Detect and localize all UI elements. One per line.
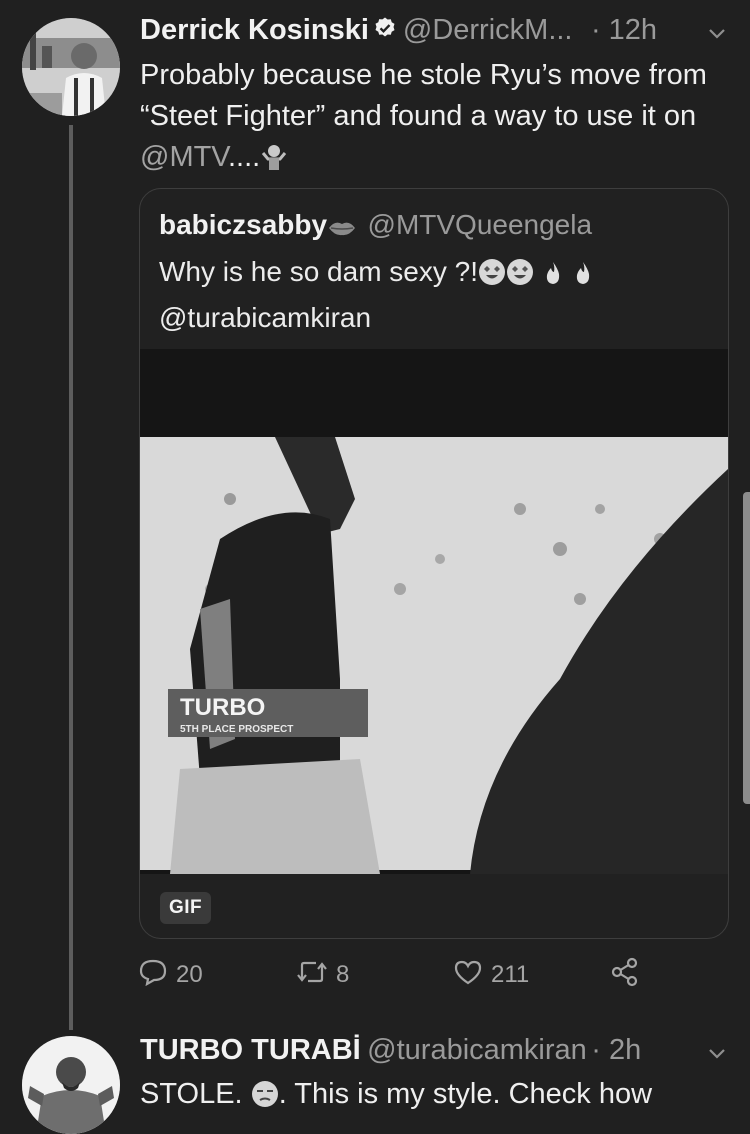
tweet-text: Probably because he stole Ryu’s move fro… <box>140 55 710 183</box>
tweet-text: STOLE. . This is my style. Check how <box>140 1074 710 1120</box>
quoted-author-name: babiczsabby <box>159 209 328 240</box>
reply-icon <box>138 958 168 993</box>
quoted-tweet-header: babiczsabby @MTVQueengela <box>159 209 592 244</box>
quoted-text-mention: @turabicamkiran <box>159 302 372 333</box>
quoted-author-handle: @MTVQueengela <box>367 209 593 240</box>
quoted-tweet-text: Why is he so dam sexy ?! @turabicamkiran <box>159 251 699 338</box>
avatar[interactable] <box>22 1036 120 1134</box>
reply-count: 20 <box>176 961 203 988</box>
tweet-header: TURBO TURABİ @turabicamkiran · 2h <box>140 1034 750 1074</box>
gif-badge: GIF <box>160 892 212 924</box>
tweet-text-main: Probably because he stole Ryu’s move fro… <box>140 59 707 132</box>
verified-badge-icon <box>373 16 397 45</box>
share-icon <box>610 957 640 994</box>
author-handle[interactable]: @turabicamkiran <box>367 1034 587 1066</box>
gif-caption-subtitle: 5TH PLACE PROSPECT <box>180 724 293 735</box>
heart-eyes-emoji <box>478 256 506 297</box>
gif-frame: TURBO 5TH PLACE PROSPECT <box>140 349 728 874</box>
gif-caption-title: TURBO <box>180 694 265 721</box>
like-count: 211 <box>491 961 530 988</box>
tweet-text-part1: STOLE. <box>140 1078 251 1110</box>
tweet-derrick[interactable]: Derrick Kosinski @DerrickM... · 12h Proba… <box>0 0 750 1020</box>
reply-button[interactable]: 20 <box>138 955 203 995</box>
avatar[interactable] <box>22 18 120 116</box>
avatar-photo <box>22 18 120 116</box>
author-name[interactable]: TURBO TURABİ <box>140 1034 361 1066</box>
unamused-emoji <box>251 1079 279 1120</box>
chevron-down-icon[interactable] <box>706 1042 728 1069</box>
fire-emoji <box>572 256 594 297</box>
tweet-text-ellipsis: .... <box>228 141 261 173</box>
retweet-icon <box>296 959 328 992</box>
timestamp[interactable]: · 12h <box>591 14 657 46</box>
avatar-photo <box>22 1036 120 1134</box>
share-button[interactable] <box>610 955 640 995</box>
like-icon <box>453 958 483 993</box>
retweet-button[interactable]: 8 <box>296 955 349 995</box>
quoted-tweet[interactable]: babiczsabby @MTVQueengela Why is he so d… <box>139 188 729 939</box>
quoted-text-line1: Why is he so dam sexy ?! <box>159 256 479 287</box>
tweet-actions: 20 8 211 <box>138 955 658 995</box>
tweet-header: Derrick Kosinski @DerrickM... · 12h <box>140 14 750 54</box>
fire-emoji <box>542 256 564 297</box>
tweet-text-part2: . This is my style. Check how <box>278 1078 653 1110</box>
mention-link[interactable]: @MTV <box>140 141 228 173</box>
retweet-count: 8 <box>336 961 350 988</box>
heart-eyes-emoji <box>506 256 534 297</box>
shrug-emoji <box>260 142 288 183</box>
lips-icon <box>327 217 357 244</box>
tweet-turbo[interactable]: TURBO TURABİ @turabicamkiran · 2h STOLE.… <box>0 1020 750 1134</box>
gif-media[interactable]: TURBO 5TH PLACE PROSPECT <box>140 349 728 874</box>
chevron-down-icon[interactable] <box>706 22 728 49</box>
author-name[interactable]: Derrick Kosinski <box>140 14 369 46</box>
like-button[interactable]: 211 <box>453 955 529 995</box>
author-handle[interactable]: @DerrickM... <box>403 14 573 46</box>
timestamp[interactable]: · 2h <box>591 1034 641 1066</box>
